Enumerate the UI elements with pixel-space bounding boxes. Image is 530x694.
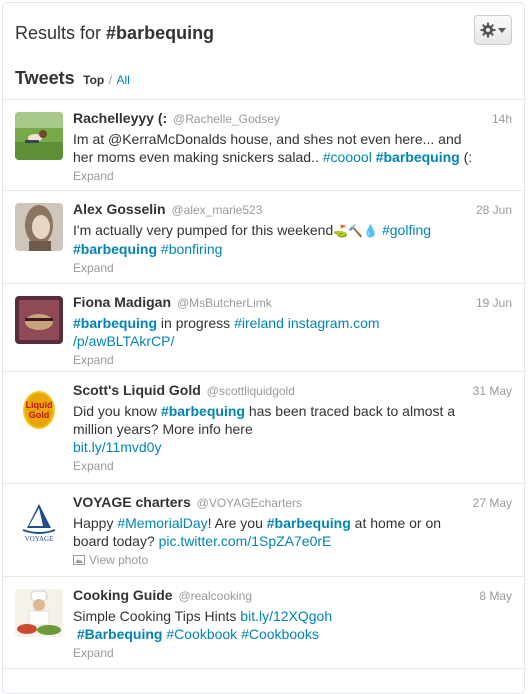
settings-button[interactable] (474, 15, 512, 45)
tweet-text: #barbequing in progress #ireland instagr… (73, 314, 512, 350)
hashtag-link[interactable]: #barbequing (161, 403, 245, 419)
tweet-item[interactable]: Cooking Guide @realcooking 8 May Simple … (3, 577, 524, 669)
tweet-content: Fiona Madigan @MsButcherLimk 19 Jun #bar… (73, 294, 512, 367)
tweet-content: Alex Gosselin @alex_marie523 28 Jun I'm … (73, 201, 512, 275)
tweet-content: VOYAGE charters @VOYAGEcharters 27 May H… (73, 494, 512, 567)
expand-link[interactable]: Expand (73, 459, 114, 473)
hashtag-link[interactable]: #Barbequing (77, 626, 163, 642)
hashtag-link[interactable]: #barbequing (73, 315, 157, 331)
user-handle[interactable]: @VOYAGEcharters (197, 496, 302, 510)
expand-link[interactable]: Expand (73, 169, 114, 183)
gear-icon (480, 22, 496, 38)
page-title: Results for #barbequing (15, 23, 214, 44)
avatar[interactable] (15, 203, 63, 251)
tweet-text-fragment: Simple Cooking Tips Hints (73, 608, 241, 624)
timestamp[interactable]: 31 May (473, 384, 512, 398)
hashtag-link[interactable]: #barbequing (73, 241, 157, 257)
filter-all-link[interactable]: All (117, 73, 130, 87)
photo-icon (73, 555, 85, 565)
expand-link[interactable]: Expand (73, 353, 114, 367)
user-name[interactable]: Fiona Madigan (73, 294, 171, 310)
view-photo-link[interactable]: View photo (89, 553, 148, 567)
timestamp[interactable]: 14h (492, 112, 512, 126)
tweet-text-fragment: in progress (157, 315, 235, 331)
tweet-text: I'm actually very pumped for this weeken… (73, 221, 512, 258)
hashtag-link[interactable]: #golfing (382, 222, 431, 238)
hashtag-link[interactable]: #Cookbooks (241, 626, 319, 642)
emoji-glyphs: ⛳🔨💧 (333, 224, 379, 238)
url-link[interactable]: /p/awBLTAkrCP/ (73, 333, 174, 349)
timestamp[interactable]: 28 Jun (476, 203, 512, 217)
search-results-panel: Results for #barbequing Tweets Top / All… (2, 2, 525, 694)
tweet-item[interactable]: Rachelleyyy (: @Rachelle_Godsey 14h Im a… (3, 100, 524, 191)
user-name[interactable]: Scott's Liquid Gold (73, 382, 201, 398)
tweet-item[interactable]: Fiona Madigan @MsButcherLimk 19 Jun #bar… (3, 284, 524, 372)
tweets-heading: Tweets Top / All (15, 68, 130, 89)
tweet-text: Simple Cooking Tips Hints bit.ly/12XQgoh… (73, 607, 512, 643)
avatar[interactable] (15, 296, 63, 344)
tweet-content: Cooking Guide @realcooking 8 May Simple … (73, 587, 512, 660)
avatar[interactable] (15, 589, 63, 637)
hashtag-link[interactable]: #bonfiring (161, 241, 223, 257)
results-header: Results for #barbequing Tweets Top / All (3, 3, 524, 100)
search-query: #barbequing (106, 23, 215, 43)
tweet-text-line: million years? More info here (73, 421, 253, 437)
user-name[interactable]: Cooking Guide (73, 587, 173, 603)
hashtag-link[interactable]: #ireland (234, 315, 284, 331)
tweet-text-fragment: board today? (73, 533, 159, 549)
url-link[interactable]: instagram.com (288, 315, 380, 331)
tweet-text-fragment: (: (459, 149, 473, 165)
hashtag-link[interactable]: #barbequing (267, 515, 351, 531)
tweet-item[interactable]: Alex Gosselin @alex_marie523 28 Jun I'm … (3, 191, 524, 284)
logo-text-bottom: Gold (29, 410, 50, 420)
avatar[interactable]: Liquid Gold (15, 384, 63, 432)
user-name[interactable]: VOYAGE charters (73, 494, 191, 510)
tweet-text: Did you know #barbequing has been traced… (73, 402, 512, 456)
user-handle[interactable]: @MsButcherLimk (177, 296, 272, 310)
user-handle[interactable]: @Rachelle_Godsey (173, 112, 280, 126)
tweet-text-line: Im at @KerraMcDonalds house, and shes no… (73, 131, 462, 147)
results-prefix: Results for (15, 23, 102, 43)
user-name[interactable]: Alex Gosselin (73, 201, 166, 217)
logo-text: VOYAGE (25, 535, 54, 543)
tweet-text-fragment: I'm actually very pumped for this weeken… (73, 222, 334, 238)
url-link[interactable]: pic.twitter.com/1SpZA7e0rE (159, 533, 332, 549)
tweets-label: Tweets (15, 68, 75, 88)
tweet-text: Im at @KerraMcDonalds house, and shes no… (73, 130, 512, 166)
tweet-text-fragment: ! Are you (207, 515, 267, 531)
avatar[interactable]: VOYAGE (15, 496, 63, 544)
user-handle[interactable]: @realcooking (178, 589, 252, 603)
logo-text-top: Liquid (26, 400, 53, 410)
hashtag-link[interactable]: #Cookbook (166, 626, 237, 642)
url-link[interactable]: bit.ly/12XQgoh (240, 608, 332, 624)
user-handle[interactable]: @scottliquidgold (207, 384, 295, 398)
chevron-down-icon (498, 27, 506, 33)
tweet-text-fragment: her moms even making snickers salad.. (73, 149, 323, 165)
tweet-text-fragment: has been traced back to almost a (244, 403, 456, 419)
avatar[interactable] (15, 112, 63, 160)
expand-link[interactable]: Expand (73, 646, 114, 660)
url-link[interactable]: bit.ly/11mvd0y (73, 439, 161, 455)
user-handle[interactable]: @alex_marie523 (171, 203, 262, 217)
tweet-item[interactable]: VOYAGE VOYAGE charters @VOYAGEcharters 2… (3, 484, 524, 577)
tweet-text: Happy #MemorialDay! Are you #barbequing … (73, 514, 512, 550)
tweet-content: Scott's Liquid Gold @scottliquidgold 31 … (73, 382, 512, 473)
tweet-content: Rachelleyyy (: @Rachelle_Godsey 14h Im a… (73, 110, 512, 183)
timestamp[interactable]: 19 Jun (476, 296, 512, 310)
timestamp[interactable]: 27 May (473, 496, 512, 510)
hashtag-link[interactable]: #MemorialDay (117, 515, 207, 531)
tweet-text-fragment: Happy (73, 515, 118, 531)
hashtag-link[interactable]: #barbequing (376, 149, 460, 165)
user-name[interactable]: Rachelleyyy (: (73, 110, 167, 126)
tweet-text-fragment: at home or on (350, 515, 442, 531)
tweet-item[interactable]: Liquid Gold Scott's Liquid Gold @scottli… (3, 372, 524, 484)
filter-separator: / (108, 73, 113, 87)
expand-link[interactable]: Expand (73, 261, 114, 275)
filter-top[interactable]: Top (83, 73, 104, 87)
hashtag-link[interactable]: #cooool (323, 149, 372, 165)
tweet-text-fragment: Did you know (73, 403, 161, 419)
timestamp[interactable]: 8 May (479, 589, 512, 603)
